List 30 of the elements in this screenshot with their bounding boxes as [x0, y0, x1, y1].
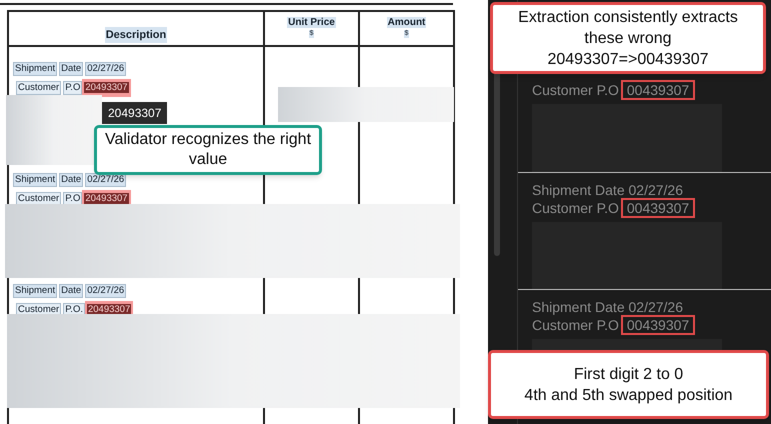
- result-text: Customer P.O: [532, 317, 619, 333]
- column-header: Description: [104, 26, 168, 43]
- extracted-po-number: 00439307: [620, 198, 696, 218]
- document-text: Shipment: [13, 284, 58, 298]
- result-text: Customer P.O: [532, 82, 619, 98]
- extracted-po-number: 00439307: [620, 80, 696, 100]
- document-text: P.O: [63, 81, 82, 95]
- document-text: 02/27/26: [85, 62, 126, 76]
- column-header: Unit Price: [287, 17, 336, 28]
- document-text: Shipment: [13, 173, 58, 187]
- callout-line: First digit 2 to 0: [574, 364, 684, 384]
- extracted-po-number: 00439307: [620, 315, 696, 335]
- validator-callout: Validator recognizes the right value: [94, 125, 322, 175]
- document-text: Customer: [16, 81, 62, 95]
- callout-line: 4th and 5th swapped position: [524, 386, 733, 406]
- document-text: 02/27/26: [85, 173, 126, 187]
- document-text: Date: [59, 62, 84, 76]
- highlighted-po-number: 20493307: [82, 79, 131, 97]
- callout-line: 20493307=>00439307: [547, 50, 709, 70]
- callout-line: Extraction consistently extracts: [518, 8, 738, 28]
- tooltip: 20493307: [102, 102, 168, 124]
- document-text: Date: [59, 173, 84, 187]
- document-text: Shipment: [13, 62, 58, 76]
- callout-line: these wrong: [584, 28, 672, 48]
- column-header: Amount: [386, 17, 426, 28]
- result-text: Shipment Date 02/27/26: [532, 299, 683, 315]
- result-text: Shipment Date 02/27/26: [532, 182, 683, 198]
- document-text: Date: [59, 284, 84, 298]
- result-text: Customer P.O: [532, 200, 619, 216]
- document-text: 02/27/26: [85, 284, 126, 298]
